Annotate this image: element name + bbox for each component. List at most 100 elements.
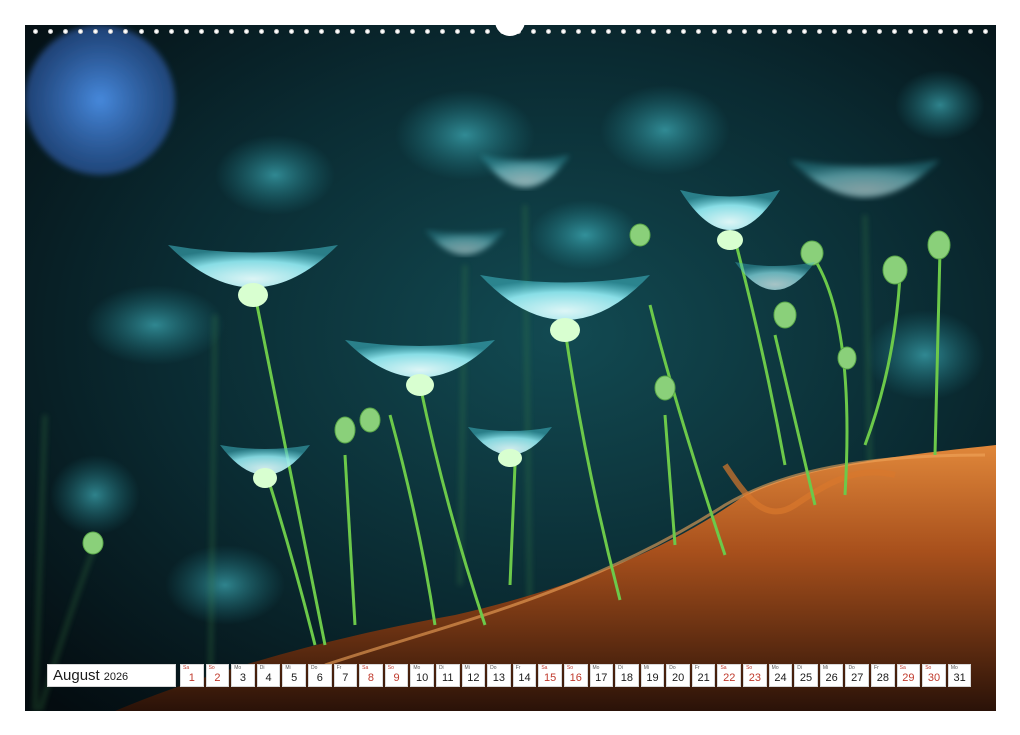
binding-hole bbox=[259, 28, 265, 34]
binding-hole bbox=[545, 28, 551, 34]
weekday-label: So bbox=[387, 665, 394, 671]
month-name: August bbox=[53, 667, 100, 684]
weekday-label: Mi bbox=[464, 665, 470, 671]
day-cell: Fr 14 bbox=[512, 664, 537, 687]
day-cell: Mo 24 bbox=[768, 664, 793, 687]
binding-hole bbox=[530, 28, 536, 34]
binding-hole bbox=[636, 28, 642, 34]
weekday-label: Sa bbox=[362, 665, 369, 671]
day-cell: Mi 5 bbox=[282, 664, 306, 687]
day-cell: Do 27 bbox=[845, 664, 870, 687]
day-number: 9 bbox=[393, 672, 400, 684]
weekday-label: Di bbox=[618, 665, 623, 671]
weekday-label: Do bbox=[490, 665, 497, 671]
weekday-label: Di bbox=[259, 665, 265, 671]
weekday-label: Mi bbox=[822, 665, 829, 671]
weekday-label: Sa bbox=[720, 665, 727, 671]
binding-hole bbox=[952, 28, 958, 34]
binding-hole bbox=[78, 28, 84, 34]
binding-hole bbox=[832, 28, 838, 34]
weekday-label: Do bbox=[848, 665, 855, 671]
binding-hole bbox=[605, 28, 611, 34]
binding-hole bbox=[967, 28, 973, 34]
day-number: 7 bbox=[342, 672, 349, 684]
day-cell: So 23 bbox=[743, 664, 767, 687]
day-cell: Di 18 bbox=[615, 664, 639, 687]
day-cell: Sa 22 bbox=[717, 664, 742, 687]
day-cell: Mi 26 bbox=[819, 664, 844, 687]
binding-hole bbox=[123, 28, 129, 34]
binding-hole bbox=[590, 28, 596, 34]
day-cell: So 30 bbox=[922, 664, 946, 687]
weekday-label: Mi bbox=[285, 665, 291, 671]
binding-hole bbox=[817, 28, 823, 34]
binding-hole bbox=[304, 28, 310, 34]
day-cell: Di 25 bbox=[794, 664, 818, 687]
binding-hole bbox=[877, 28, 883, 34]
day-number: 22 bbox=[723, 672, 736, 684]
day-number: 24 bbox=[774, 672, 787, 684]
day-number: 11 bbox=[442, 672, 454, 684]
binding-hole bbox=[560, 28, 566, 34]
day-cell: Do 13 bbox=[487, 664, 511, 687]
day-number: 29 bbox=[902, 672, 915, 684]
day-cell: Sa 29 bbox=[896, 664, 921, 687]
binding-hole bbox=[666, 28, 672, 34]
date-strip: August 2026 Sa 1 So 2 Mo 3 Di 4 Mi 5 Do 6 Fr 7 Sa 8 So 9 M… bbox=[47, 664, 972, 687]
binding-hole bbox=[153, 28, 159, 34]
weekday-label: Mo bbox=[771, 665, 779, 671]
day-number: 6 bbox=[316, 672, 323, 684]
binding-hole bbox=[93, 28, 99, 34]
binding-hole bbox=[48, 28, 54, 34]
binding-hole bbox=[786, 28, 792, 34]
binding-hole bbox=[440, 28, 446, 34]
binding-hole bbox=[801, 28, 807, 34]
day-number: 12 bbox=[467, 672, 480, 684]
calendar-page: August 2026 Sa 1 So 2 Mo 3 Di 4 Mi 5 Do 6 Fr 7 Sa 8 So 9 M… bbox=[0, 0, 1020, 735]
weekday-label: So bbox=[925, 665, 932, 671]
day-cell: Mi 19 bbox=[640, 664, 665, 687]
binding-hole bbox=[198, 28, 204, 34]
day-number: 2 bbox=[214, 672, 221, 684]
day-number: 13 bbox=[492, 672, 506, 684]
binding-hole bbox=[409, 28, 415, 34]
binding-hole bbox=[862, 28, 868, 34]
day-cell: Mo 3 bbox=[231, 664, 255, 687]
binding-hole bbox=[213, 28, 219, 34]
day-number: 3 bbox=[239, 672, 247, 684]
day-cell: Mo 31 bbox=[947, 664, 972, 687]
weekday-label: Do bbox=[310, 665, 318, 671]
binding-hole bbox=[892, 28, 898, 34]
binding-hole bbox=[183, 28, 189, 34]
day-cell: Fr 7 bbox=[333, 664, 358, 687]
binding-hole bbox=[244, 28, 250, 34]
month-label-box: August 2026 bbox=[47, 664, 176, 687]
day-number: 17 bbox=[595, 672, 608, 684]
weekday-label: Di bbox=[797, 665, 802, 671]
weekday-label: Sa bbox=[899, 665, 906, 671]
binding-hole bbox=[425, 28, 431, 34]
binding-hole bbox=[108, 28, 114, 34]
day-number: 14 bbox=[518, 672, 531, 684]
day-number: 10 bbox=[416, 672, 429, 684]
binding-hole bbox=[138, 28, 144, 34]
binding-hole bbox=[756, 28, 762, 34]
binding-hole bbox=[379, 28, 385, 34]
day-cell: Mi 12 bbox=[461, 664, 486, 687]
day-cell: Fr 21 bbox=[691, 664, 716, 687]
weekday-label: Mo bbox=[950, 665, 958, 671]
binding-hole bbox=[907, 28, 913, 34]
binding-hole bbox=[847, 28, 853, 34]
day-number: 16 bbox=[569, 672, 582, 684]
weekday-label: Mi bbox=[643, 665, 649, 671]
binding-hole bbox=[575, 28, 581, 34]
weekday-label: So bbox=[746, 665, 753, 671]
weekday-label: So bbox=[566, 665, 574, 671]
day-number: 25 bbox=[799, 672, 813, 684]
day-cell: Sa 1 bbox=[180, 664, 204, 687]
day-number: 20 bbox=[671, 672, 685, 684]
binding-hole bbox=[63, 28, 69, 34]
binding-hole bbox=[289, 28, 295, 34]
binding-hole bbox=[229, 28, 235, 34]
day-number: 28 bbox=[876, 672, 889, 684]
